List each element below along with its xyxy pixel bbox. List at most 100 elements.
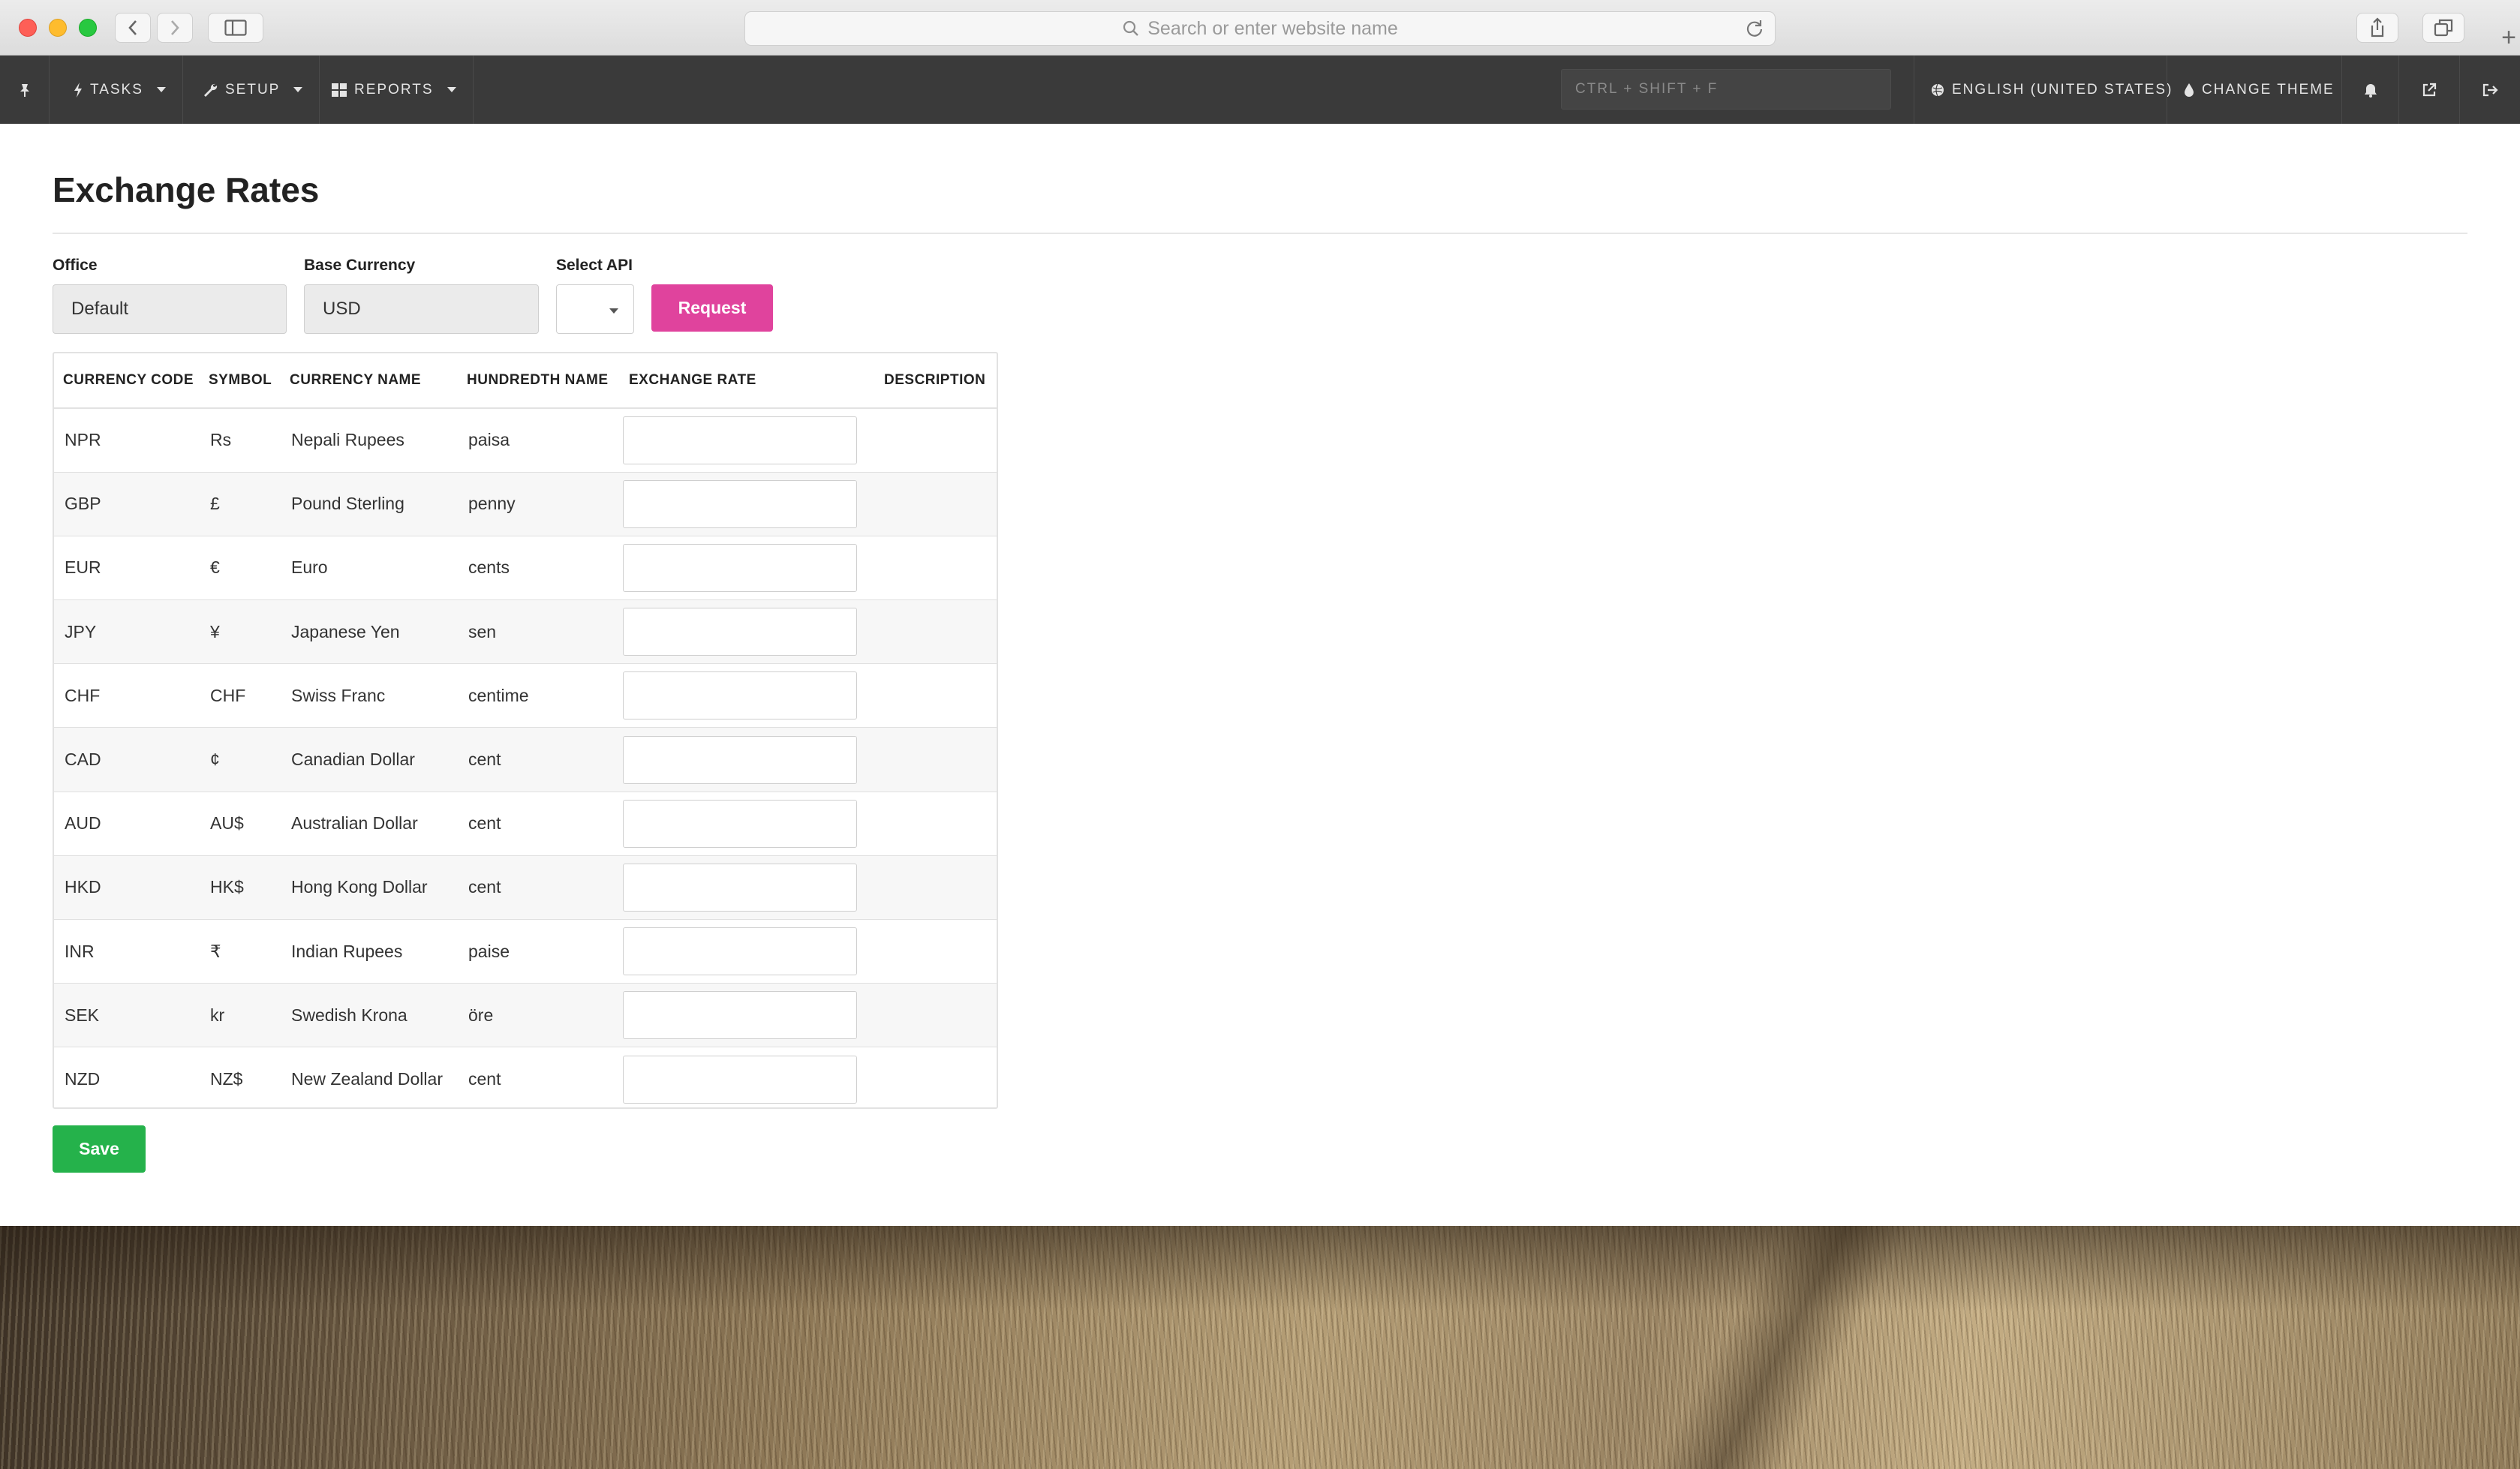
exchange-rate-input[interactable] <box>623 543 857 592</box>
currency-code-cell: AUD <box>54 792 200 856</box>
tabs-icon <box>2434 19 2453 37</box>
symbol-cell: HK$ <box>200 855 281 921</box>
globe-icon <box>1932 83 1944 96</box>
table-row: CHF CHF Swiss Franc centime <box>54 663 997 728</box>
table-header-row: CURRENCY CODE SYMBOL CURRENCY NAME HUNDR… <box>54 353 997 409</box>
description-cell <box>875 727 997 792</box>
currency-code-cell: SEK <box>54 983 200 1048</box>
exchange-rate-input[interactable] <box>623 735 857 784</box>
close-window-button[interactable] <box>19 19 37 37</box>
search-icon <box>1123 20 1139 36</box>
exchange-rate-input[interactable] <box>623 927 857 976</box>
caret-down-icon <box>293 87 303 92</box>
symbol-cell: € <box>200 536 281 601</box>
table-row: EUR € Euro cents <box>54 536 997 601</box>
hundredth-name-cell: cents <box>458 536 620 601</box>
table-row: NPR Rs Nepali Rupees paisa <box>54 408 997 473</box>
reload-icon[interactable] <box>1745 19 1764 38</box>
exchange-rate-input[interactable] <box>623 479 857 528</box>
sidebar-toggle-button[interactable] <box>208 13 263 43</box>
notifications-button[interactable] <box>2341 56 2398 124</box>
column-header-currency-code: CURRENCY CODE <box>54 353 200 409</box>
currency-code-cell: JPY <box>54 599 200 665</box>
currency-code-cell: NZD <box>54 1047 200 1107</box>
address-bar[interactable]: Search or enter website name <box>744 11 1776 46</box>
hundredth-name-cell: paise <box>458 919 620 984</box>
chevron-left-icon <box>128 20 137 35</box>
currency-name-cell: Euro <box>281 536 458 601</box>
column-header-currency-name: CURRENCY NAME <box>281 353 458 409</box>
request-button[interactable]: Request <box>651 284 773 332</box>
minimize-window-button[interactable] <box>49 19 67 37</box>
setup-menu[interactable]: SETUP <box>186 56 320 124</box>
new-tab-button[interactable]: + <box>2497 23 2520 56</box>
currency-code-cell: NPR <box>54 408 200 473</box>
caret-down-icon <box>156 87 166 92</box>
exchange-rate-input[interactable] <box>623 799 857 848</box>
currency-code-cell: GBP <box>54 472 200 536</box>
exchange-rate-input[interactable] <box>623 416 857 464</box>
background-photo <box>0 1226 2520 1469</box>
description-cell <box>875 855 997 921</box>
exchange-rate-cell <box>620 536 875 601</box>
table-row: CAD ¢ Canadian Dollar cent <box>54 727 997 792</box>
currency-name-cell: Nepali Rupees <box>281 408 458 473</box>
description-cell <box>875 663 997 728</box>
table-row: AUD AU$ Australian Dollar cent <box>54 792 997 856</box>
hundredth-name-cell: centime <box>458 663 620 728</box>
currency-code-cell: INR <box>54 919 200 984</box>
quick-search-input[interactable]: CTRL + SHIFT + F <box>1561 69 1891 110</box>
exchange-rate-input[interactable] <box>623 608 857 656</box>
hundredth-name-cell: cent <box>458 855 620 921</box>
back-button[interactable] <box>115 13 151 43</box>
sign-out-button[interactable] <box>2459 56 2520 124</box>
table-row: INR ₹ Indian Rupees paise <box>54 919 997 984</box>
zoom-window-button[interactable] <box>79 19 97 37</box>
currency-name-cell: New Zealand Dollar <box>281 1047 458 1107</box>
exchange-rate-input[interactable] <box>623 863 857 912</box>
external-link-icon <box>2422 83 2437 96</box>
title-divider <box>53 233 2467 234</box>
hundredth-name-cell: paisa <box>458 408 620 473</box>
sidebar-icon <box>224 20 247 36</box>
currency-code-cell: CHF <box>54 663 200 728</box>
tabs-overview-button[interactable] <box>2422 13 2464 43</box>
setup-label: SETUP <box>225 81 281 98</box>
exchange-rate-cell <box>620 983 875 1048</box>
currency-code-cell: CAD <box>54 727 200 792</box>
description-cell <box>875 408 997 473</box>
base-currency-field[interactable]: USD <box>304 284 539 334</box>
change-theme-label: CHANGE THEME <box>2202 81 2335 98</box>
browser-toolbar: Search or enter website name + <box>0 0 2520 56</box>
symbol-cell: ₹ <box>200 919 281 984</box>
exchange-rate-input[interactable] <box>623 991 857 1040</box>
exchange-rate-input[interactable] <box>623 671 857 720</box>
column-header-hundredth-name: HUNDREDTH NAME <box>458 353 620 409</box>
tasks-label: TASKS <box>90 81 143 98</box>
bell-icon <box>2364 83 2377 98</box>
currency-name-cell: Australian Dollar <box>281 792 458 856</box>
pin-menu-button[interactable] <box>0 56 50 124</box>
base-currency-value: USD <box>323 299 361 319</box>
office-field[interactable]: Default <box>53 284 287 334</box>
page-title: Exchange Rates <box>53 170 320 209</box>
hundredth-name-cell: cent <box>458 792 620 856</box>
select-api-dropdown[interactable] <box>556 284 634 334</box>
share-icon <box>2371 17 2384 38</box>
hundredth-name-cell: sen <box>458 599 620 665</box>
language-selector[interactable]: ENGLISH (UNITED STATES) <box>1914 56 2189 124</box>
forward-button[interactable] <box>157 13 193 43</box>
exchange-rate-cell <box>620 855 875 921</box>
reports-menu[interactable]: REPORTS <box>315 56 474 124</box>
tasks-menu[interactable]: TASKS <box>57 56 183 124</box>
exchange-rate-cell <box>620 792 875 856</box>
table-row: HKD HK$ Hong Kong Dollar cent <box>54 855 997 921</box>
share-button[interactable] <box>2356 13 2398 43</box>
exchange-rate-input[interactable] <box>623 1055 857 1104</box>
save-button[interactable]: Save <box>53 1125 146 1173</box>
symbol-cell: NZ$ <box>200 1047 281 1107</box>
change-theme-button[interactable]: CHANGE THEME <box>2167 56 2351 124</box>
symbol-cell: £ <box>200 472 281 536</box>
wrench-icon <box>204 83 218 97</box>
open-external-button[interactable] <box>2398 56 2459 124</box>
